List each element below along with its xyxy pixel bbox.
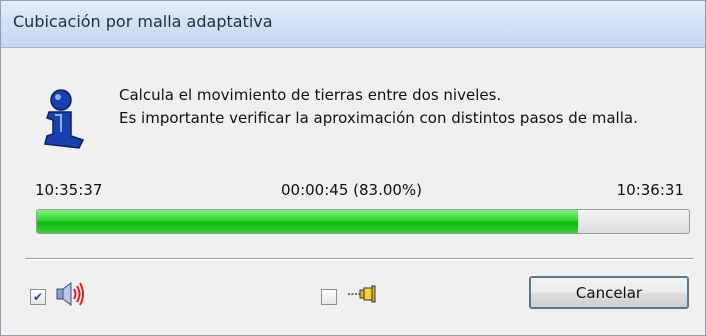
- start-time: 10:35:37: [35, 181, 103, 199]
- title-bar[interactable]: Cubicación por malla adaptativa: [1, 1, 705, 48]
- elapsed-time: 00:00:45 (83.00%): [281, 181, 423, 199]
- pin-icon: [348, 285, 376, 303]
- progress-dialog: Cubicación por malla adaptativa Calcula …: [0, 0, 706, 336]
- pin-checkbox[interactable]: [321, 289, 337, 305]
- sound-checkbox[interactable]: ✔: [30, 289, 46, 305]
- message-line-2: Es importante verificar la aproximación …: [119, 109, 638, 127]
- speaker-icon: [56, 282, 84, 306]
- progress-bar-fill: [37, 210, 579, 233]
- dialog-body: Calcula el movimiento de tierras entre d…: [11, 48, 697, 328]
- progress-bar: [36, 209, 690, 234]
- window-title: Cubicación por malla adaptativa: [13, 12, 273, 31]
- message-line-1: Calcula el movimiento de tierras entre d…: [119, 86, 502, 104]
- separator: [25, 258, 693, 260]
- end-time: 10:36:31: [616, 181, 684, 199]
- cancel-button[interactable]: Cancelar: [529, 276, 689, 309]
- info-icon: [44, 89, 85, 149]
